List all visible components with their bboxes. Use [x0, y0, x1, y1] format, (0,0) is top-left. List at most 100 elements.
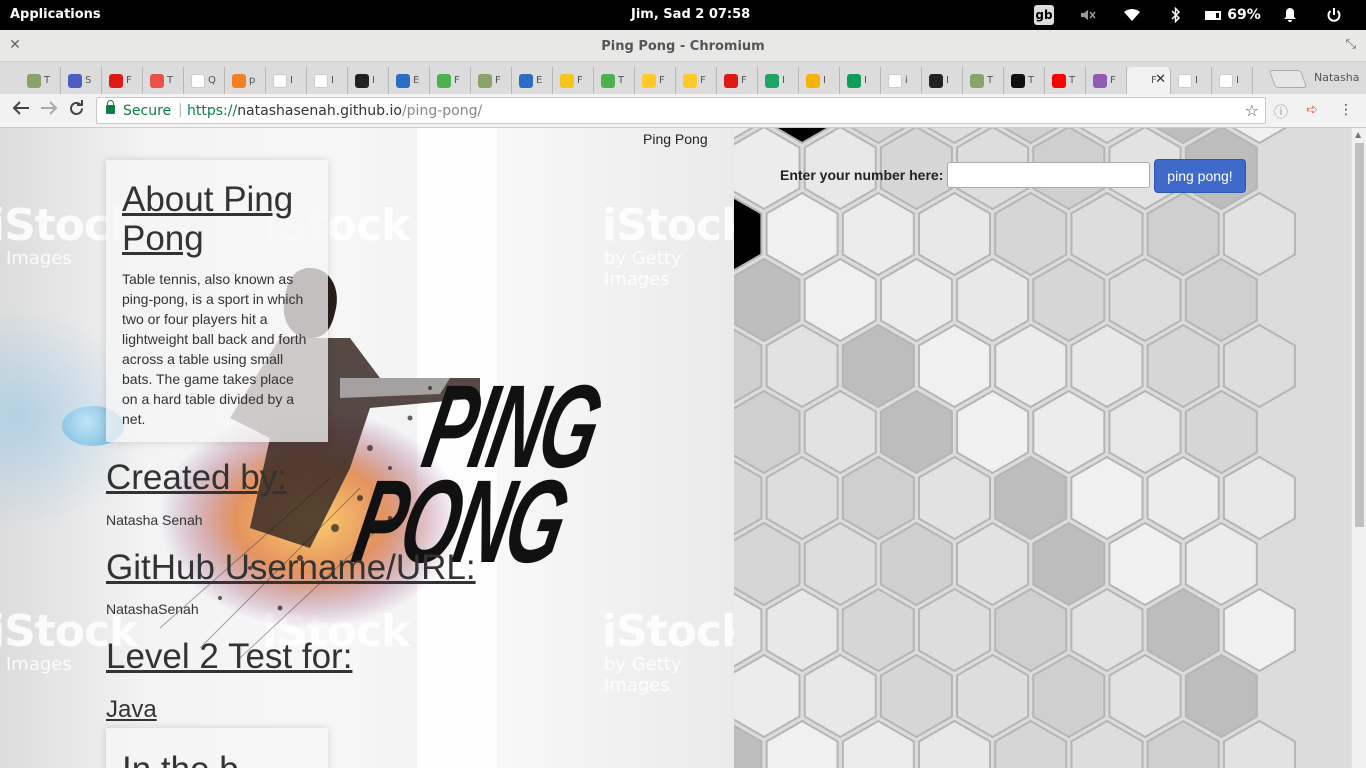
browser-tab[interactable]: I	[799, 67, 840, 94]
bluetooth-icon[interactable]	[1154, 0, 1198, 30]
tab-label: F	[700, 75, 706, 86]
tab-label: I	[782, 75, 785, 86]
scrollbar-thumb[interactable]	[1355, 143, 1364, 527]
left-panel: iStock Images iStock iStock by Getty Ima…	[0, 128, 734, 768]
tab-label: E	[536, 75, 543, 86]
browser-tab[interactable]: I	[348, 67, 389, 94]
forward-arrow-icon[interactable]	[40, 100, 58, 121]
browser-tab[interactable]: F	[553, 67, 594, 94]
browser-tab[interactable]: F	[635, 67, 676, 94]
system-tray: gb 69%	[1022, 0, 1356, 30]
applications-menu[interactable]: Applications	[10, 7, 101, 22]
url-path: /ping-pong/	[401, 103, 483, 119]
tab-label: T	[987, 75, 994, 86]
browser-tab[interactable]: F	[471, 67, 512, 94]
github-heading[interactable]: GitHub Username/URL:	[106, 548, 476, 588]
about-heading[interactable]: About Ping Pong	[122, 180, 312, 258]
url-scheme: https://	[187, 103, 238, 119]
reload-icon[interactable]	[68, 100, 85, 122]
blank-favicon	[1134, 73, 1148, 88]
tree-favicon	[478, 73, 492, 88]
tab-label: F	[126, 75, 132, 86]
browser-tab[interactable]: T	[1045, 67, 1086, 94]
browser-tab[interactable]: I	[266, 67, 307, 94]
new-tab-button[interactable]	[1268, 70, 1308, 88]
profile-button[interactable]: Natasha	[1314, 71, 1359, 84]
tab-label: I	[372, 75, 375, 86]
keyboard-layout-indicator[interactable]: gb	[1022, 0, 1066, 30]
number-input[interactable]	[947, 162, 1150, 188]
volume-muted-icon[interactable]	[1066, 0, 1110, 30]
tab-label: T	[618, 75, 625, 86]
page-favicon	[1219, 73, 1233, 88]
browser-tab[interactable]: p	[225, 67, 266, 94]
tab-label: E	[413, 75, 420, 86]
sheets-favicon	[847, 73, 861, 88]
wifi-icon[interactable]	[1110, 0, 1154, 30]
browser-tab[interactable]: T	[143, 67, 184, 94]
browser-tab[interactable]: S	[61, 67, 102, 94]
extension-info-icon[interactable]: ⓘ	[1274, 102, 1288, 122]
browser-tab[interactable]: I	[758, 67, 799, 94]
browser-tab[interactable]: I	[1171, 67, 1212, 94]
browser-tab[interactable]: T	[1004, 67, 1045, 94]
gmail-favicon	[314, 73, 328, 88]
scroll-up-arrow-icon[interactable]: ▲	[1355, 130, 1361, 139]
browser-tab[interactable]: F	[717, 67, 758, 94]
tree-favicon	[970, 73, 984, 88]
gmail-favicon	[273, 73, 287, 88]
tab-label: F	[577, 75, 583, 86]
created-by-heading[interactable]: Created by:	[106, 458, 287, 498]
watermark-images: Images	[6, 248, 72, 269]
url-text[interactable]: https://natashasenah.github.io/ping-pong…	[187, 103, 482, 119]
browser-tab[interactable]: F	[430, 67, 471, 94]
power-icon[interactable]	[1312, 0, 1356, 30]
address-bar[interactable]: Secure | https://natashasenah.github.io/…	[96, 97, 1266, 124]
ping-pong-button[interactable]: ping pong!	[1154, 159, 1246, 193]
tab-close-icon[interactable]: ✕	[1155, 72, 1166, 87]
back-arrow-icon[interactable]	[12, 100, 30, 121]
browser-tab[interactable]: E	[512, 67, 553, 94]
tab-list: T S F T Qp I I I E F F E F T F F F I I Ii I T T T F F ✕ I I	[20, 67, 1253, 94]
browser-tab[interactable]: Q	[184, 67, 225, 94]
tab-label: p	[249, 75, 256, 86]
browser-tab[interactable]: T	[963, 67, 1004, 94]
level-test-value[interactable]: Java	[106, 696, 157, 724]
lock-icon	[106, 100, 115, 114]
browser-tab[interactable]: T	[594, 67, 635, 94]
browser-tab[interactable]: I	[922, 67, 963, 94]
angular-favicon	[724, 73, 738, 88]
window-maximize-icon[interactable]: ⤡	[1346, 37, 1356, 52]
browser-tab[interactable]: F	[102, 67, 143, 94]
browser-tab[interactable]: I	[840, 67, 881, 94]
q-favicon	[191, 73, 205, 88]
tab-label: T	[1069, 75, 1076, 86]
youtube-favicon	[1052, 73, 1066, 88]
firebase-favicon	[683, 73, 697, 88]
tab-label: I	[823, 75, 826, 86]
browser-tab[interactable]: F	[676, 67, 717, 94]
battery-indicator[interactable]: 69%	[1198, 0, 1268, 30]
tab-label: I	[1195, 75, 1198, 86]
browser-tab[interactable]: I	[1212, 67, 1253, 94]
browser-tab[interactable]: F ✕	[1127, 67, 1171, 94]
browser-tab[interactable]: F	[1086, 67, 1127, 94]
tab-label: F	[454, 75, 460, 86]
extension-share-icon[interactable]: ➪	[1306, 102, 1318, 118]
system-clock[interactable]: Jim, Sad 2 07:58	[631, 7, 750, 22]
gdrive-favicon	[765, 73, 779, 88]
browser-tab[interactable]: T	[20, 67, 61, 94]
browser-toolbar: Secure | https://natashasenah.github.io/…	[0, 94, 1366, 128]
notification-bell-icon[interactable]	[1268, 0, 1312, 30]
level-test-heading[interactable]: Level 2 Test for:	[106, 637, 352, 677]
tab-label: F	[1110, 75, 1116, 86]
bookmark-star-icon[interactable]: ☆	[1245, 101, 1259, 120]
chrome-menu-icon[interactable]: ⋮	[1339, 102, 1353, 118]
browser-tab[interactable]: I	[307, 67, 348, 94]
browser-tab[interactable]: i	[881, 67, 922, 94]
keyboard-layout-label: gb	[1034, 5, 1054, 25]
tab-label: I	[946, 75, 949, 86]
browser-tab[interactable]: E	[389, 67, 430, 94]
medium-favicon	[1011, 73, 1025, 88]
page-scrollbar[interactable]: ▲	[1351, 128, 1366, 768]
